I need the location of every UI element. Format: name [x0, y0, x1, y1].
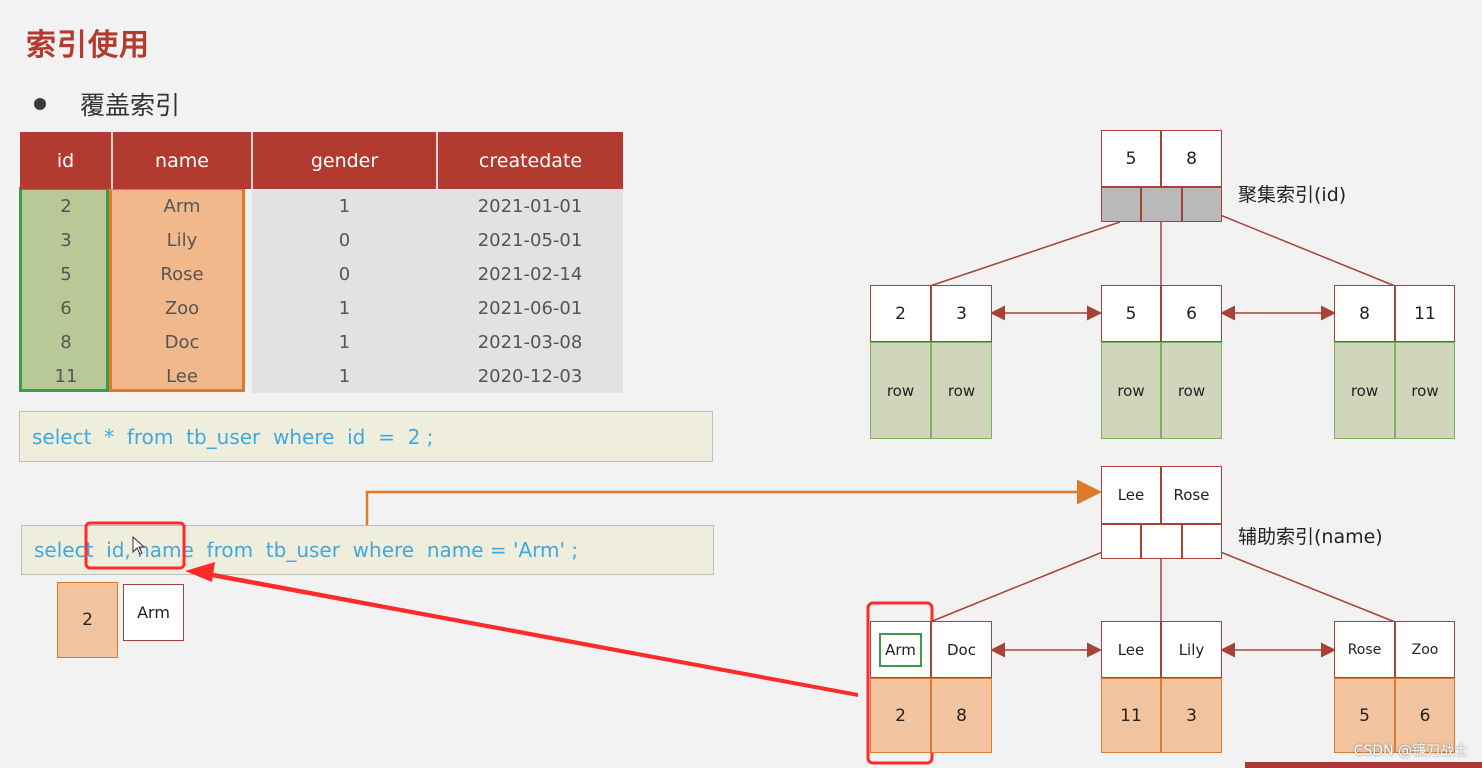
clustered-leaf-row: row: [1101, 342, 1161, 439]
clustered-leaf-row: row: [1334, 342, 1395, 439]
footer-bar: [1245, 762, 1482, 768]
secondary-leaf-key: Zoo: [1395, 621, 1455, 678]
secondary-leaf-key: Lily: [1161, 621, 1222, 678]
clustered-leaf-key: 2: [870, 285, 931, 342]
mouse-cursor-icon: [132, 536, 146, 555]
clustered-leaf-key: 6: [1161, 285, 1222, 342]
clustered-root-pointer: [1141, 187, 1182, 222]
watermark: CSDN @镰刀战士: [1353, 743, 1468, 759]
clustered-leaf-key: 8: [1334, 285, 1395, 342]
secondary-root-pointer: [1182, 524, 1222, 559]
clustered-root-key-1: 5: [1101, 130, 1161, 187]
secondary-leaf-value: 2: [870, 678, 931, 753]
secondary-root-key-1: Lee: [1101, 466, 1161, 524]
clustered-root-key-2: 8: [1161, 130, 1222, 187]
secondary-leaf-key: Arm: [870, 621, 931, 678]
secondary-root-pointer: [1141, 524, 1182, 559]
secondary-root-key-2: Rose: [1161, 466, 1222, 524]
clustered-leaf-key: 3: [931, 285, 992, 342]
clustered-root-pointer: [1101, 187, 1141, 222]
secondary-leaf-key: Doc: [931, 621, 992, 678]
secondary-leaf-value: 8: [931, 678, 992, 753]
diagram-connectors: [84, 207, 1396, 765]
secondary-leaf-value: 3: [1161, 678, 1222, 753]
clustered-leaf-row: row: [1161, 342, 1222, 439]
secondary-leaf-value: 11: [1101, 678, 1161, 753]
clustered-index-label: 聚集索引(id): [1238, 184, 1347, 206]
clustered-leaf-key: 11: [1395, 285, 1455, 342]
secondary-leaf-key: Rose: [1334, 621, 1395, 678]
clustered-leaf-row: row: [931, 342, 992, 439]
secondary-leaf-key: Lee: [1101, 621, 1161, 678]
secondary-root-pointer: [1101, 524, 1141, 559]
clustered-root-pointer: [1182, 187, 1222, 222]
secondary-leaf-key-arm: Arm: [879, 632, 922, 667]
clustered-leaf-row: row: [870, 342, 931, 439]
clustered-leaf-row: row: [1395, 342, 1455, 439]
clustered-leaf-key: 5: [1101, 285, 1161, 342]
secondary-index-label: 辅助索引(name): [1238, 526, 1383, 548]
